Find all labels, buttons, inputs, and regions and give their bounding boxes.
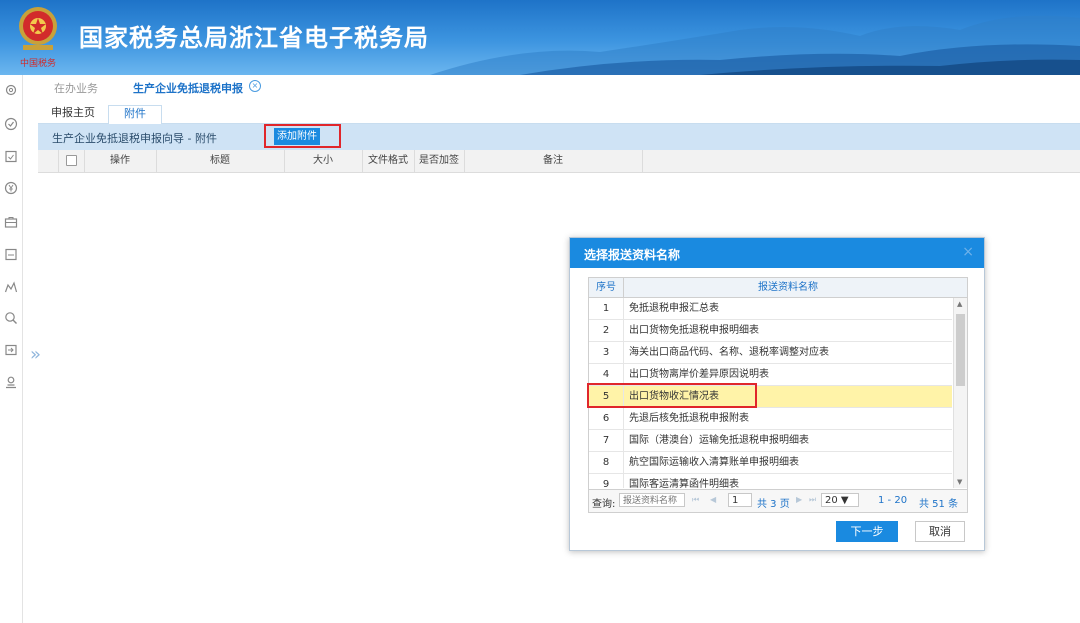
record-range: 1 - 20 <box>878 495 908 506</box>
chart-icon[interactable] <box>4 280 18 294</box>
material-row[interactable]: 9 国际客运清算函件明细表 <box>589 474 952 488</box>
scroll-up-icon[interactable]: ▲ <box>957 300 962 308</box>
row-name: 航空国际运输收入清算账单申报明细表 <box>629 457 799 468</box>
material-row[interactable]: 2 出口货物免抵退税申报明细表 <box>589 320 952 342</box>
search-icon[interactable] <box>4 311 18 325</box>
select-all-checkbox-cell <box>58 150 85 172</box>
briefcase-icon[interactable] <box>4 215 18 229</box>
close-circle-icon[interactable]: × <box>249 80 261 92</box>
tab-attachment[interactable]: 附件 <box>108 105 162 126</box>
calendar-check-icon[interactable] <box>4 149 18 163</box>
close-icon[interactable]: × <box>962 244 974 260</box>
tab-in-progress[interactable]: 在办业务 <box>54 80 98 96</box>
expand-sidebar-icon[interactable]: » <box>30 344 41 365</box>
cancel-button[interactable]: 取消 <box>915 521 965 542</box>
dialog-title: 选择报送资料名称 <box>584 248 681 262</box>
row-name: 先退后核免抵退税申报附表 <box>629 413 749 424</box>
col-format: 文件格式 <box>362 150 415 172</box>
tax-emblem-logo: 中国税务 <box>19 7 57 69</box>
last-page-icon[interactable]: ⏭ <box>809 495 816 505</box>
col-action: 操作 <box>84 150 157 172</box>
sub-tab-bar: 申报主页 附件 <box>38 99 1080 126</box>
row-name: 国际客运清算函件明细表 <box>629 479 739 488</box>
svg-text:中国税务: 中国税务 <box>20 57 56 69</box>
material-row[interactable]: 1 免抵退税申报汇总表 <box>589 298 952 320</box>
record-total: 共 51 条 <box>919 499 959 510</box>
material-row[interactable]: 8 航空国际运输收入清算账单申报明细表 <box>589 452 952 474</box>
user-icon[interactable] <box>4 375 18 389</box>
top-tab-strip: 在办业务 生产企业免抵退税申报 × <box>38 75 1080 100</box>
col-signed: 是否加签 <box>414 150 465 172</box>
page-number-input[interactable]: 1 <box>728 493 752 507</box>
row-no: 9 <box>589 474 624 488</box>
col-no: 序号 <box>589 278 624 297</box>
header-banner: 中国税务 国家税务总局浙江省电子税务局 <box>0 0 1080 75</box>
col-title: 标题 <box>156 150 285 172</box>
next-page-icon[interactable]: ▶ <box>796 495 802 504</box>
row-no: 2 <box>589 320 624 341</box>
total-pages: 共 3 页 <box>757 499 790 510</box>
site-title: 国家税务总局浙江省电子税务局 <box>79 24 429 52</box>
scroll-down-icon[interactable]: ▼ <box>957 478 962 486</box>
grid-row-spacer <box>38 150 59 172</box>
grid-scrollbar[interactable]: ▲ ▼ <box>953 298 967 488</box>
row-name: 国际（港澳台）运输免抵退税申报明细表 <box>629 435 809 446</box>
page-size-select[interactable]: 20 ▼ <box>821 493 859 507</box>
row-no: 1 <box>589 298 624 319</box>
left-icon-rail <box>0 75 23 623</box>
prev-page-icon[interactable]: ◀ <box>710 495 716 504</box>
gear-icon[interactable] <box>4 83 18 97</box>
row-name: 出口货物免抵退税申报明细表 <box>629 325 759 336</box>
material-grid-header: 序号 报送资料名称 <box>589 278 967 298</box>
row-name: 海关出口商品代码、名称、退税率调整对应表 <box>629 347 829 358</box>
row-name: 出口货物离岸价差异原因说明表 <box>629 369 769 380</box>
wizard-bar: 生产企业免抵退税申报向导 - 附件 添加附件 <box>38 124 1080 150</box>
material-row[interactable]: 3 海关出口商品代码、名称、退税率调整对应表 <box>589 342 952 364</box>
row-no: 6 <box>589 408 624 429</box>
login-icon[interactable] <box>4 343 18 357</box>
scrollbar-thumb[interactable] <box>956 314 965 386</box>
row-no: 7 <box>589 430 624 451</box>
material-row[interactable]: 6 先退后核免抵退税申报附表 <box>589 408 952 430</box>
select-all-checkbox[interactable] <box>65 154 77 166</box>
col-material-name: 报送资料名称 <box>758 282 818 293</box>
query-label: 查询: <box>592 499 616 510</box>
tab-export-refund[interactable]: 生产企业免抵退税申报 <box>133 80 243 96</box>
row-no: 4 <box>589 364 624 385</box>
col-remark: 备注 <box>464 150 643 172</box>
row-name: 免抵退税申报汇总表 <box>629 303 719 314</box>
query-input[interactable] <box>619 493 685 507</box>
next-step-button[interactable]: 下一步 <box>836 521 898 542</box>
annotation-box-row5 <box>587 383 757 408</box>
tab-declare-home[interactable]: 申报主页 <box>51 104 95 120</box>
dialog-header: 选择报送资料名称 × <box>570 238 984 268</box>
attachment-grid-header: 操作 标题 大小 文件格式 是否加签 备注 <box>38 150 1080 173</box>
first-page-icon[interactable]: ⏮ <box>692 495 699 505</box>
material-row[interactable]: 7 国际（港澳台）运输免抵退税申报明细表 <box>589 430 952 452</box>
col-size: 大小 <box>284 150 363 172</box>
annotation-box-add <box>264 124 341 148</box>
pager: 查询: ⏮ ◀ 1 共 3 页 ▶ ⏭ 20 ▼ 1 - 20 共 51 条 <box>589 489 967 512</box>
row-no: 8 <box>589 452 624 473</box>
wizard-title: 生产企业免抵退税申报向导 - 附件 <box>52 132 217 145</box>
row-no: 3 <box>589 342 624 363</box>
yen-circle-icon[interactable] <box>4 181 18 195</box>
calendar-icon[interactable] <box>4 247 18 261</box>
check-circle-icon[interactable] <box>4 117 18 131</box>
